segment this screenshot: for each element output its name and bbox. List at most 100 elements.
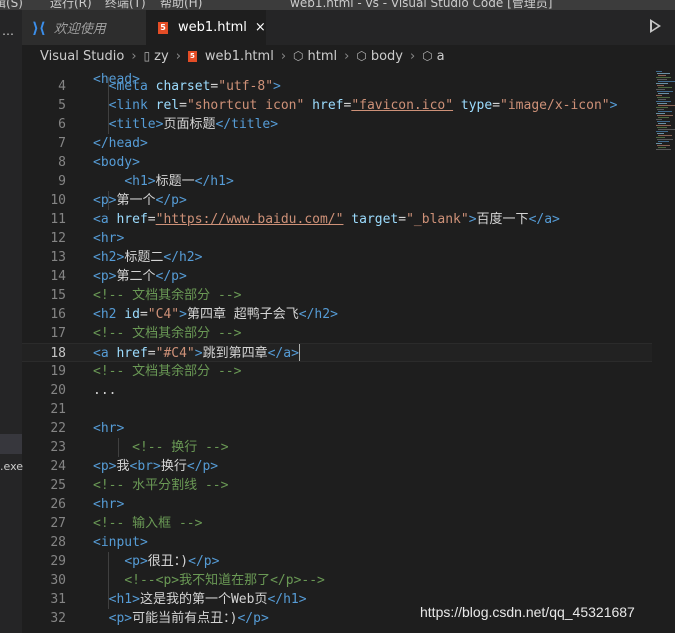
code-text: <h2>标题二</h2> xyxy=(93,250,203,265)
minimap-line xyxy=(656,83,668,84)
code-line[interactable]: 16 <h2 id="C4">第四章 超鸭子会飞</h2> xyxy=(22,305,652,324)
line-number: 10 xyxy=(50,193,66,208)
code-text: <link rel="shortcut icon" href="favicon.… xyxy=(108,98,618,113)
code-line[interactable]: 25 <!-- 水平分割线 --> xyxy=(22,476,652,495)
menu-run[interactable]: 运行(R) xyxy=(50,0,92,10)
line-number: 32 xyxy=(50,611,66,626)
code-line[interactable]: 18 <a href="#C4">跳到第四章</a> xyxy=(22,343,652,362)
line-number: 4 xyxy=(58,79,66,94)
breadcrumb-a[interactable]: a xyxy=(437,49,445,64)
code-line[interactable]: 5 <link rel="shortcut icon" href="favico… xyxy=(22,96,652,115)
indent-guide xyxy=(108,77,109,134)
indent-guide xyxy=(108,191,109,210)
line-number: 20 xyxy=(50,383,66,398)
code-text: </head> xyxy=(93,136,148,151)
code-text: <!-- 换行 --> xyxy=(132,440,229,455)
code-editor[interactable]: <head> 4 <meta charset="utf-8"> 5 <link r… xyxy=(22,67,652,633)
code-line[interactable]: 21 xyxy=(22,400,652,419)
minimap-line xyxy=(657,145,670,146)
tab-web1-label: web1.html xyxy=(178,20,247,35)
minimap-line xyxy=(656,101,671,102)
code-text: <meta charset="utf-8"> xyxy=(108,79,281,94)
code-line[interactable]: 14 <p>第二个</p> xyxy=(22,267,652,286)
line-number: 23 xyxy=(50,440,66,455)
line-number: 27 xyxy=(50,516,66,531)
code-line[interactable]: 4 <meta charset="utf-8"> xyxy=(22,77,652,96)
chevron-right-icon: › xyxy=(344,48,350,64)
explorer-selected-item[interactable] xyxy=(0,434,22,454)
code-line-partial: <head> xyxy=(22,67,652,87)
minimap-line xyxy=(658,141,669,142)
code-line[interactable]: 29 <p>很丑：)</p> xyxy=(22,552,652,571)
minimap-line xyxy=(658,87,672,88)
code-line[interactable]: 12 <hr> xyxy=(22,229,652,248)
code-line[interactable]: 19 <!-- 文档其余部分 --> xyxy=(22,362,652,381)
menu-help[interactable]: 帮助(H) xyxy=(160,0,202,10)
code-text: <!-- 水平分割线 --> xyxy=(93,478,229,493)
minimap-line xyxy=(657,121,670,122)
code-line[interactable]: 13 <h2>标题二</h2> xyxy=(22,248,652,267)
code-line[interactable]: 17 <!-- 文档其余部分 --> xyxy=(22,324,652,343)
code-line[interactable]: 15 <!-- 文档其余部分 --> xyxy=(22,286,652,305)
code-line[interactable]: 20... xyxy=(22,381,652,400)
text-cursor xyxy=(299,344,300,361)
minimap-line xyxy=(657,85,664,86)
minimap-line xyxy=(658,81,675,82)
code-text: <h2 id="C4">第四章 超鸭子会飞</h2> xyxy=(93,307,338,322)
code-line[interactable]: 23 <!-- 换行 --> xyxy=(22,438,652,457)
line-number: 30 xyxy=(50,573,66,588)
symbol-element-icon: ⬡ xyxy=(356,49,367,63)
code-line[interactable]: 26 <hr> xyxy=(22,495,652,514)
line-number: 22 xyxy=(50,421,66,436)
code-text: <hr> xyxy=(93,497,125,512)
line-number: 25 xyxy=(50,478,66,493)
code-line[interactable]: 10 <p>第一个</p> xyxy=(22,191,652,210)
breadcrumb-html[interactable]: html xyxy=(308,49,338,64)
breadcrumb-folder[interactable]: zy xyxy=(154,49,169,64)
breadcrumb-root[interactable]: Visual Studio xyxy=(40,49,124,64)
tab-web1-html[interactable]: 5 web1.html × xyxy=(146,10,266,45)
code-text: <!-- 文档其余部分 --> xyxy=(93,364,242,379)
minimap-line xyxy=(656,137,665,138)
code-line[interactable]: 24 <p>我<br>换行</p> xyxy=(22,457,652,476)
code-text: <hr> xyxy=(93,421,125,436)
minimap-line xyxy=(656,107,668,108)
minimap-line xyxy=(658,75,666,76)
minimap-line xyxy=(656,77,671,78)
breadcrumb: Visual Studio › ▯ zy › 5 web1.html › ⬡ h… xyxy=(22,45,675,67)
code-line[interactable]: 11 <a href="https://www.baidu.com/" targe… xyxy=(22,210,652,229)
close-icon[interactable]: × xyxy=(255,20,266,35)
line-number: 16 xyxy=(50,307,66,322)
code-line[interactable]: 9 <h1>标题一</h1> xyxy=(22,172,652,191)
code-line[interactable]: 27 <!-- 输入框 --> xyxy=(22,514,652,533)
code-line[interactable]: 6 <title>页面标题</title> xyxy=(22,115,652,134)
menu-selection[interactable]: 辑(S) xyxy=(0,0,23,10)
line-number: 24 xyxy=(50,459,66,474)
line-number: 8 xyxy=(58,155,66,170)
watermark-text: https://blog.csdn.net/qq_45321687 xyxy=(420,604,635,620)
explorer-item-exe[interactable]: .exe xyxy=(0,460,23,473)
breadcrumb-body[interactable]: body xyxy=(371,49,403,64)
line-number: 9 xyxy=(58,174,66,189)
code-line[interactable]: 8 <body> xyxy=(22,153,652,172)
code-line[interactable]: 7 </head> xyxy=(22,134,652,153)
menu-terminal[interactable]: 终端(T) xyxy=(105,0,146,10)
minimap-line xyxy=(657,79,667,80)
code-text: <body> xyxy=(93,155,140,170)
minimap-line xyxy=(658,117,669,118)
code-line[interactable]: 28 <input> xyxy=(22,533,652,552)
code-text: <a href="#C4">跳到第四章</a> xyxy=(93,346,299,361)
run-icon[interactable] xyxy=(650,19,661,33)
tab-welcome[interactable]: ⟩⟨ 欢迎使用 xyxy=(22,10,146,45)
code-line[interactable]: 22 <hr> xyxy=(22,419,652,438)
minimap-line xyxy=(657,73,670,74)
minimap[interactable] xyxy=(652,67,675,633)
minimap-line xyxy=(657,127,667,128)
breadcrumb-file[interactable]: web1.html xyxy=(205,49,274,64)
chevron-right-icon: › xyxy=(409,48,416,64)
line-number: 5 xyxy=(58,98,66,113)
more-icon[interactable]: … xyxy=(2,24,14,38)
code-text: <input> xyxy=(93,535,148,550)
code-line[interactable]: 30 <!--<p>我不知道在那了</p>--> xyxy=(22,571,652,590)
minimap-line xyxy=(658,129,675,130)
